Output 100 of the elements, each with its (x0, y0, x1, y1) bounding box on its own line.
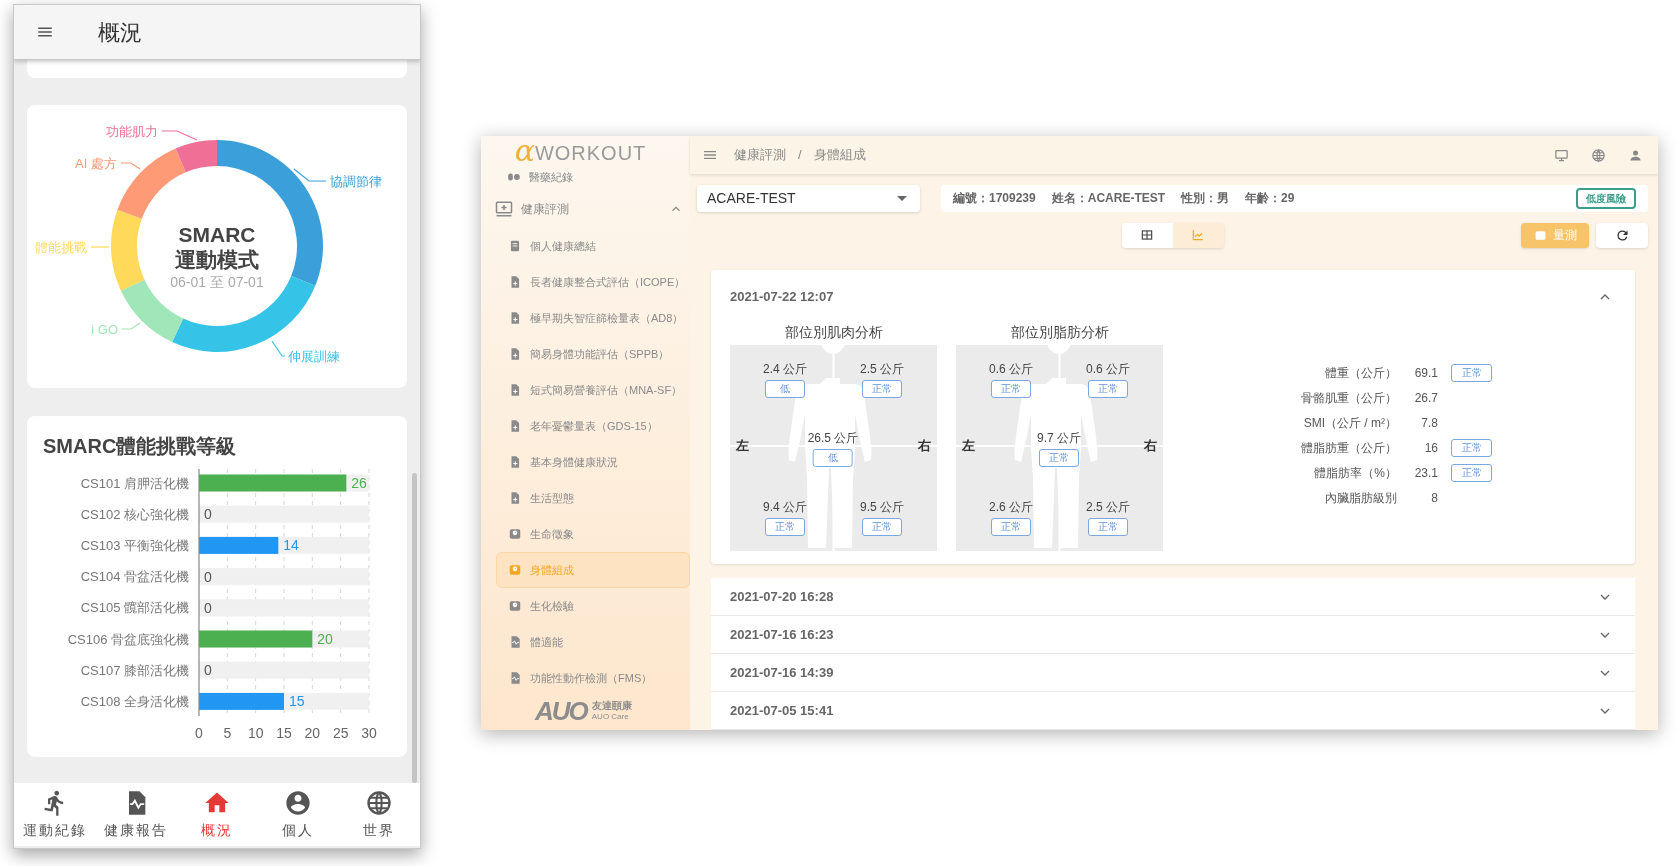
metric-label: 體重（公斤） (1324, 364, 1397, 382)
monitor-plus-icon (495, 199, 513, 218)
category-label: CS106 骨盆底強化機 (67, 631, 189, 647)
metric-value: 16 (1423, 439, 1438, 457)
metric-label: 體脂肪率（%） (1313, 464, 1397, 482)
sidebar-item[interactable]: 簡易身體功能評估（SPPB） (481, 336, 690, 372)
patient-info-text: 編號：1709239 (953, 190, 1036, 208)
data-label: 0 (204, 568, 212, 585)
nav-tab[interactable]: 概況 (176, 783, 258, 846)
scrollbar[interactable] (412, 473, 417, 783)
status-badge: 低 (765, 380, 805, 398)
record-row[interactable]: 2021-07-20 16:28 (711, 578, 1635, 616)
tick-label: 15 (276, 725, 292, 741)
metric-value: 69.1 (1413, 364, 1438, 382)
record-row[interactable]: 2021-07-16 14:39 (711, 654, 1635, 692)
metric-value: 7.8 (1420, 414, 1438, 432)
sidebar-item[interactable]: 極早期失智症篩檢量表（AD8） (481, 300, 690, 336)
category-label: CS105 髖部活化機 (80, 600, 189, 616)
status-badge: 正常 (862, 380, 902, 398)
segment-value: 2.5 公斤 (860, 361, 904, 377)
segment-value: 9.7 公斤 (1037, 430, 1081, 446)
data-label: 26 (351, 475, 367, 491)
record-row[interactable]: 2021-07-05 15:41 (711, 692, 1635, 730)
chart-subtitle: 運動模式 (175, 247, 259, 271)
status-badge: 正常 (765, 518, 805, 536)
nav-tab[interactable]: 世界 (338, 783, 420, 846)
category-label: CS107 膝部活化機 (80, 662, 189, 678)
data-label: 0 (204, 599, 212, 616)
status-badge: 正常 (862, 518, 902, 536)
tick-label: 0 (195, 725, 203, 741)
status-badge: 正常 (1088, 518, 1128, 536)
globe-icon[interactable] (1591, 147, 1606, 163)
metric-value: 23.1 (1413, 464, 1438, 482)
data-label: 20 (317, 631, 333, 647)
data-label: 0 (204, 506, 212, 523)
sidebar-item[interactable]: 生活型態 (481, 480, 690, 516)
record-row[interactable]: 2021-07-16 16:23 (711, 616, 1635, 654)
segment-label: i GO (91, 321, 118, 337)
metric-value: 8 (1430, 489, 1438, 507)
segment-label: 協調節律 (330, 173, 382, 189)
record-header[interactable]: 2021-07-22 12:07 (711, 270, 1635, 324)
sidebar-item[interactable]: 體適能 (481, 624, 690, 660)
line-chart-icon (1191, 228, 1205, 243)
data-label: 14 (283, 537, 299, 554)
side-label: 左 (962, 438, 975, 454)
scale-icon (508, 527, 522, 541)
patient-dropdown[interactable]: ACARE-TEST (697, 185, 920, 212)
nav-tab[interactable]: 運動紀錄 (14, 783, 96, 846)
side-label: 左 (736, 438, 749, 454)
segment-value: 9.5 公斤 (860, 499, 904, 515)
date-range: 06-01 至 07-01 (170, 274, 264, 290)
status-badge: 正常 (991, 518, 1031, 536)
sidebar-item[interactable]: 老年憂鬱量表（GDS-15） (481, 408, 690, 444)
book-icon (508, 239, 522, 253)
category-label: CS103 平衡強化機 (80, 537, 189, 553)
category-label: CS104 骨盆活化機 (80, 569, 189, 585)
tick-label: 20 (304, 725, 321, 741)
nav-tab[interactable]: 個人 (257, 783, 339, 846)
segment-value: 0.6 公斤 (989, 361, 1033, 377)
status-badge: 正常 (1039, 449, 1079, 467)
brand-logo: AUO (535, 694, 587, 728)
segment-label: 伸展訓練 (288, 348, 340, 364)
segment-value: 2.5 公斤 (1086, 499, 1130, 515)
leader-line (271, 340, 286, 357)
nav-tab[interactable]: 健康報告 (95, 783, 177, 846)
monitor-icon[interactable] (1554, 147, 1569, 163)
side-label: 右 (918, 438, 931, 454)
patient-info-text: 年齡：29 (1245, 190, 1295, 208)
segment-value: 2.4 公斤 (763, 361, 807, 377)
sidebar-item[interactable]: 醫藥紀錄 (481, 166, 690, 189)
segment-value: 9.4 公斤 (763, 499, 807, 515)
brand-name: 友達頤康 (591, 700, 632, 711)
metric-label: 內臟脂肪級別 (1324, 489, 1397, 507)
segment-label: 體能挑戰 (35, 239, 87, 255)
risk-badge: 低度風險 (1576, 187, 1636, 209)
breadcrumb-link[interactable]: 健康評測 (734, 145, 786, 165)
status-badge: 低 (813, 449, 853, 467)
sidebar-item[interactable]: 生命徵象 (481, 516, 690, 552)
tick-label: 5 (223, 725, 232, 741)
caret-down-icon (897, 195, 907, 201)
metric-label: 骨骼肌重（公斤） (1300, 389, 1397, 407)
status-badge: 正常 (1088, 380, 1128, 398)
category-label: CS102 核心強化機 (80, 506, 189, 522)
metric-label: SMI（公斤 / m²） (1302, 414, 1397, 432)
sidebar-item[interactable]: 基本身體健康狀況 (481, 444, 690, 480)
refresh-button[interactable] (1596, 222, 1648, 248)
sidebar-item[interactable]: 短式簡易營養評估（MNA-SF） (481, 372, 690, 408)
scale-icon (508, 563, 522, 577)
metric-value: 26.7 (1413, 389, 1438, 407)
globe-icon (365, 788, 394, 817)
sidebar-item[interactable]: 功能性動作檢測（FMS） (481, 660, 690, 696)
sidebar-item[interactable]: 個人健康總結 (481, 228, 690, 264)
leader-line (121, 322, 141, 330)
segment-label: AI 處方 (75, 155, 117, 171)
logo-text: WORKOUT (534, 141, 647, 166)
table-view-button[interactable] (1121, 222, 1173, 248)
tick-label: 30 (361, 725, 377, 741)
sidebar-item[interactable]: 生化檢驗 (481, 588, 690, 624)
sidebar-item[interactable]: 健康評測 (481, 191, 690, 226)
sidebar-item[interactable]: 長者健康整合式評估（ICOPE） (481, 264, 690, 300)
